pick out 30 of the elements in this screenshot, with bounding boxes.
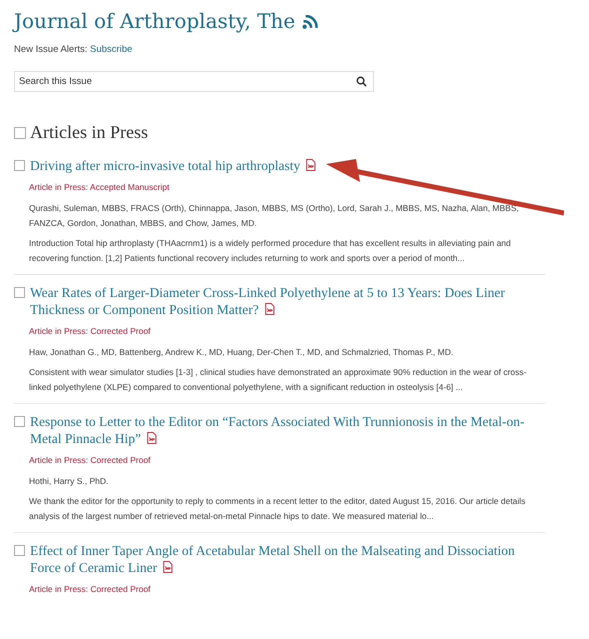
- alerts-label: New Issue Alerts:: [14, 44, 88, 55]
- article-authors: Hothi, Harry S., PhD.: [29, 475, 110, 488]
- article-authors: Qurashi, Suleman, MBBS, FRACS (Orth), Chinnappa, Jason, MBBS, MS (Ortho), Lord, Sarah J., MBBS, MS, Nazha, Alan, MBBS, FANZCA, Gordon, Jonathan, MBBS, and Chow, James, MD.: [29, 202, 520, 230]
- article-title-link[interactable]: Driving after micro-invasive total hip arthroplasty: [30, 157, 316, 174]
- article-title-link[interactable]: Response to Letter to the Editor on “Factors Associated With Trunnionosis in the Metal-on-Metal Pinnacle Hip”: [30, 413, 525, 447]
- journal-title: Journal of Arthroplasty, The: [14, 9, 296, 33]
- article-abstract: Consistent with wear simulator studies [1-3] , clinical studies have demonstrated an approximate 90% reduction in the wear of cross-linked polyethylene (XLPE) compared to conventional polyethylene, with a significant reduction in osteolysis [4-6] ...: [29, 366, 528, 394]
- subscribe-link[interactable]: Subscribe: [90, 44, 132, 55]
- article-title-link[interactable]: Effect of Inner Taper Angle of Acetabular Metal Shell on the Malseating and Dissociation Force of Ceramic Liner: [30, 542, 525, 576]
- article-abstract: Introduction Total hip arthroplasty (THAacrnm1) is a widely performed procedure that has excellent results in alleviating pain and recovering function. [1,2] Patients functional recovery includes returning to work and sports over a period of month...: [29, 237, 512, 265]
- article-status: Article in Press: Corrected Proof: [29, 455, 152, 465]
- article-authors: Haw, Jonathan G., MD, Battenberg, Andrew K., MD, Huang, Der-Chen T., MD, and Schmalzried, Thomas P., MD.: [29, 346, 454, 359]
- article-status: Article in Press: Corrected Proof: [29, 326, 152, 336]
- rss-icon[interactable]: [301, 15, 320, 30]
- article-status: Article in Press: Corrected Proof: [29, 584, 152, 594]
- checkbox[interactable]: [14, 416, 25, 427]
- pdf-icon[interactable]: [146, 432, 157, 444]
- section-title: Articles in Press: [30, 122, 148, 143]
- search-field[interactable]: Search this Issue: [14, 71, 374, 92]
- checkbox[interactable]: [14, 545, 25, 556]
- checkbox[interactable]: [14, 126, 26, 138]
- search-icon[interactable]: [356, 76, 367, 87]
- article-title-link[interactable]: Wear Rates of Larger-Diameter Cross-Linked Polyethylene at 5 to 13 Years: Does Liner Thickness or Component Position Matter?: [30, 284, 525, 318]
- pdf-icon[interactable]: [305, 159, 316, 171]
- article-abstract: We thank the editor for the opportunity to reply to comments in a recent letter to the editor, dated August 15, 2016. Our article details analysis of the largest number of retrieved metal-on-metal Pinnacle hips to date. We measured material lo...: [29, 495, 526, 523]
- checkbox[interactable]: [14, 160, 25, 171]
- article-status: Article in Press: Accepted Manuscript: [29, 182, 170, 192]
- checkbox[interactable]: [14, 287, 25, 298]
- pdf-icon[interactable]: [162, 561, 174, 573]
- pdf-icon[interactable]: [264, 303, 275, 315]
